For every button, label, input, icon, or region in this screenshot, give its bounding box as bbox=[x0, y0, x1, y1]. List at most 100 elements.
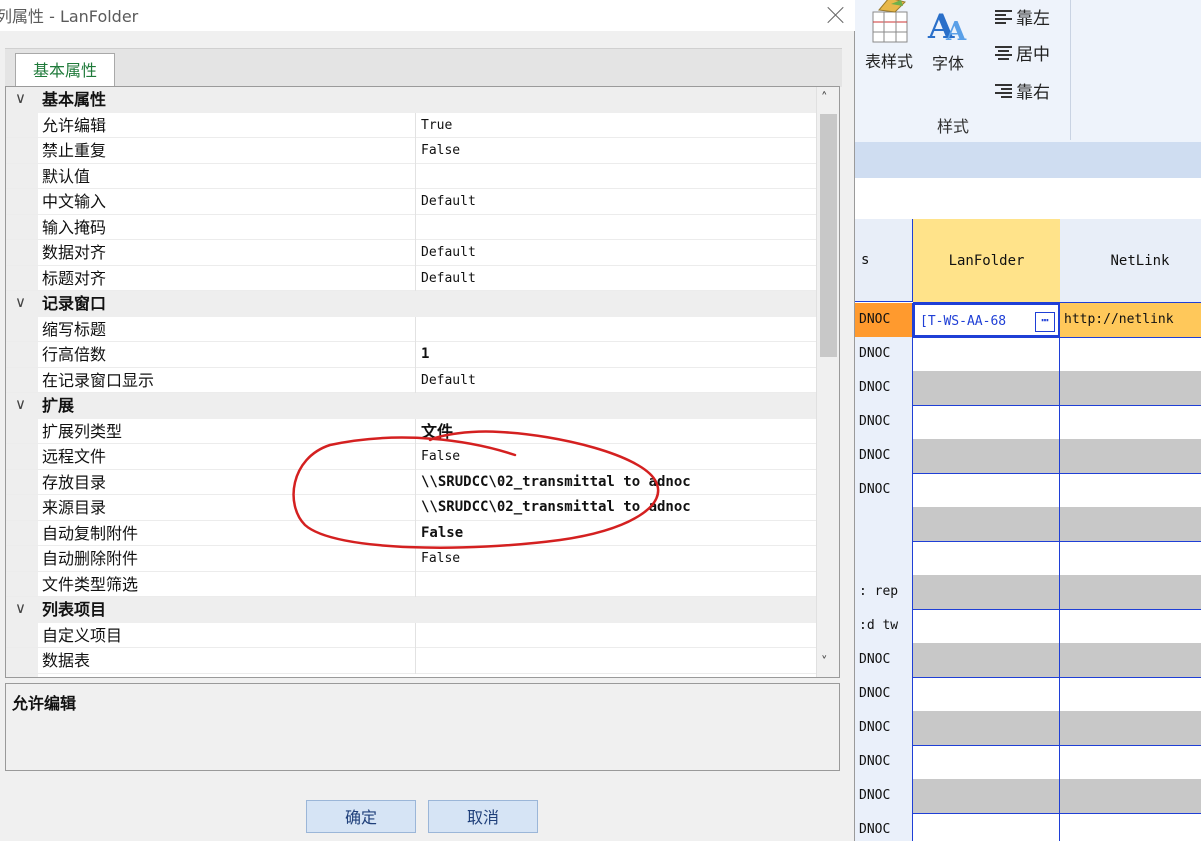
scrollbar-thumb[interactable] bbox=[820, 114, 837, 357]
property-row[interactable]: 存放目录 \\SRUDCC\02_transmittal to adnoc bbox=[6, 469, 816, 495]
table-cell[interactable]: [T-WS-AA-68 ⋯ bbox=[913, 303, 1060, 337]
property-value[interactable] bbox=[415, 214, 815, 240]
table-cell[interactable] bbox=[1060, 609, 1201, 643]
table-cell[interactable] bbox=[1060, 405, 1201, 439]
align-right-button[interactable]: 靠右 bbox=[995, 78, 1050, 103]
table-row[interactable]: DNOC bbox=[855, 371, 1201, 406]
table-cell[interactable]: :d tw bbox=[855, 609, 913, 643]
table-cell[interactable]: DNOC bbox=[855, 745, 913, 779]
ok-button[interactable]: 确定 bbox=[306, 800, 416, 833]
property-value[interactable]: False bbox=[415, 520, 815, 546]
table-cell[interactable] bbox=[913, 541, 1060, 575]
property-value[interactable]: \\SRUDCC\02_transmittal to adnoc bbox=[415, 469, 815, 495]
table-cell[interactable] bbox=[913, 337, 1060, 371]
table-cell[interactable] bbox=[1060, 813, 1201, 841]
table-cell[interactable] bbox=[913, 779, 1060, 813]
table-cell[interactable] bbox=[1060, 371, 1201, 405]
table-cell[interactable]: DNOC bbox=[855, 371, 913, 405]
table-cell[interactable]: DNOC bbox=[855, 813, 913, 841]
table-cell[interactable] bbox=[913, 439, 1060, 473]
property-row[interactable]: 标题对齐 Default bbox=[6, 265, 816, 291]
table-cell[interactable] bbox=[913, 575, 1060, 609]
property-row[interactable]: 中文输入 Default bbox=[6, 189, 816, 215]
align-center-button[interactable]: 居中 bbox=[995, 40, 1050, 65]
table-cell[interactable]: DNOC bbox=[855, 303, 913, 337]
table-row[interactable]: :d tw bbox=[855, 609, 1201, 644]
align-left-button[interactable]: 靠左 bbox=[995, 4, 1050, 29]
close-icon[interactable] bbox=[822, 1, 850, 29]
property-row[interactable]: 在记录窗口显示 Default bbox=[6, 367, 816, 393]
property-row[interactable]: 行高倍数 1 bbox=[6, 342, 816, 368]
property-value[interactable] bbox=[415, 648, 815, 674]
table-cell[interactable] bbox=[1060, 541, 1201, 575]
chevron-down-icon[interactable]: ∨ bbox=[15, 293, 31, 313]
property-value[interactable]: 1 bbox=[415, 342, 815, 368]
table-cell[interactable]: DNOC bbox=[855, 473, 913, 507]
table-row[interactable]: DNOC bbox=[855, 405, 1201, 440]
table-cell[interactable] bbox=[1060, 439, 1201, 473]
table-cell[interactable]: DNOC bbox=[855, 711, 913, 745]
table-cell[interactable] bbox=[913, 405, 1060, 439]
property-row[interactable]: 数据对齐 Default bbox=[6, 240, 816, 266]
property-row[interactable]: 自动复制附件 False bbox=[6, 520, 816, 546]
grid-header-s[interactable]: s bbox=[855, 219, 913, 302]
table-cell[interactable]: DNOC bbox=[855, 337, 913, 371]
grid-header-netlink[interactable]: NetLink bbox=[1060, 219, 1201, 303]
cancel-button[interactable]: 取消 bbox=[428, 800, 538, 833]
category-row[interactable]: ∨ 记录窗口 bbox=[6, 291, 816, 317]
property-value[interactable]: False bbox=[415, 444, 815, 470]
table-cell[interactable] bbox=[1060, 575, 1201, 609]
chevron-down-icon[interactable]: ∨ bbox=[15, 599, 31, 619]
chevron-down-icon[interactable]: ∨ bbox=[15, 89, 31, 109]
table-row[interactable]: DNOC bbox=[855, 779, 1201, 814]
table-row[interactable]: DNOC bbox=[855, 745, 1201, 780]
property-value[interactable]: False bbox=[415, 546, 815, 572]
property-row[interactable]: 文件类型筛选 bbox=[6, 571, 816, 597]
property-row[interactable]: 默认值 bbox=[6, 163, 816, 189]
property-value[interactable] bbox=[415, 163, 815, 189]
table-cell[interactable] bbox=[913, 371, 1060, 405]
table-cell[interactable] bbox=[913, 677, 1060, 711]
table-row[interactable]: DNOC bbox=[855, 813, 1201, 841]
property-row[interactable]: 扩展列类型 文件 bbox=[6, 418, 816, 444]
tab-basic-properties[interactable]: 基本属性 bbox=[15, 53, 115, 87]
table-cell[interactable]: : rep bbox=[855, 575, 913, 609]
table-cell[interactable] bbox=[913, 711, 1060, 745]
property-row[interactable]: 缩写标题 bbox=[6, 316, 816, 342]
category-row[interactable]: ∨ 扩展 bbox=[6, 393, 816, 419]
table-cell[interactable] bbox=[1060, 711, 1201, 745]
property-value[interactable]: False bbox=[415, 138, 815, 164]
table-style-button[interactable]: 表样式 bbox=[857, 0, 921, 72]
table-cell[interactable] bbox=[855, 541, 913, 575]
font-button[interactable]: A A 字体 bbox=[923, 0, 973, 74]
table-row[interactable]: DNOC [T-WS-AA-68 ⋯ http://netlink bbox=[855, 303, 1201, 338]
ellipsis-icon[interactable]: ⋯ bbox=[1035, 312, 1055, 332]
table-row[interactable]: : rep bbox=[855, 575, 1201, 610]
table-row[interactable]: DNOC bbox=[855, 643, 1201, 678]
category-row[interactable]: ∨ 列表项目 bbox=[6, 597, 816, 623]
table-cell[interactable] bbox=[1060, 643, 1201, 677]
table-cell[interactable]: DNOC bbox=[855, 677, 913, 711]
table-cell[interactable] bbox=[913, 609, 1060, 643]
property-value[interactable] bbox=[415, 571, 815, 597]
property-row[interactable]: 自定义项目 bbox=[6, 622, 816, 648]
table-cell[interactable] bbox=[855, 507, 913, 541]
property-value[interactable]: Default bbox=[415, 240, 815, 266]
grid-header-lanfolder[interactable]: LanFolder bbox=[913, 219, 1061, 303]
table-cell[interactable] bbox=[1060, 779, 1201, 813]
scroll-up-icon[interactable]: ˄ bbox=[821, 91, 828, 106]
table-cell[interactable] bbox=[913, 643, 1060, 677]
table-cell[interactable] bbox=[913, 745, 1060, 779]
property-row[interactable]: 来源目录 \\SRUDCC\02_transmittal to adnoc bbox=[6, 495, 816, 521]
property-row[interactable]: 远程文件 False bbox=[6, 444, 816, 470]
property-row[interactable]: 允许编辑 True bbox=[6, 112, 816, 138]
category-row[interactable]: ∨ 基本属性 bbox=[6, 87, 816, 113]
property-value[interactable] bbox=[415, 316, 815, 342]
table-cell[interactable] bbox=[913, 507, 1060, 541]
table-row[interactable]: DNOC bbox=[855, 711, 1201, 746]
table-cell[interactable]: DNOC bbox=[855, 405, 913, 439]
table-cell[interactable] bbox=[1060, 745, 1201, 779]
table-cell[interactable] bbox=[913, 473, 1060, 507]
chevron-down-icon[interactable]: ∨ bbox=[15, 395, 31, 415]
property-value[interactable]: Default bbox=[415, 189, 815, 215]
